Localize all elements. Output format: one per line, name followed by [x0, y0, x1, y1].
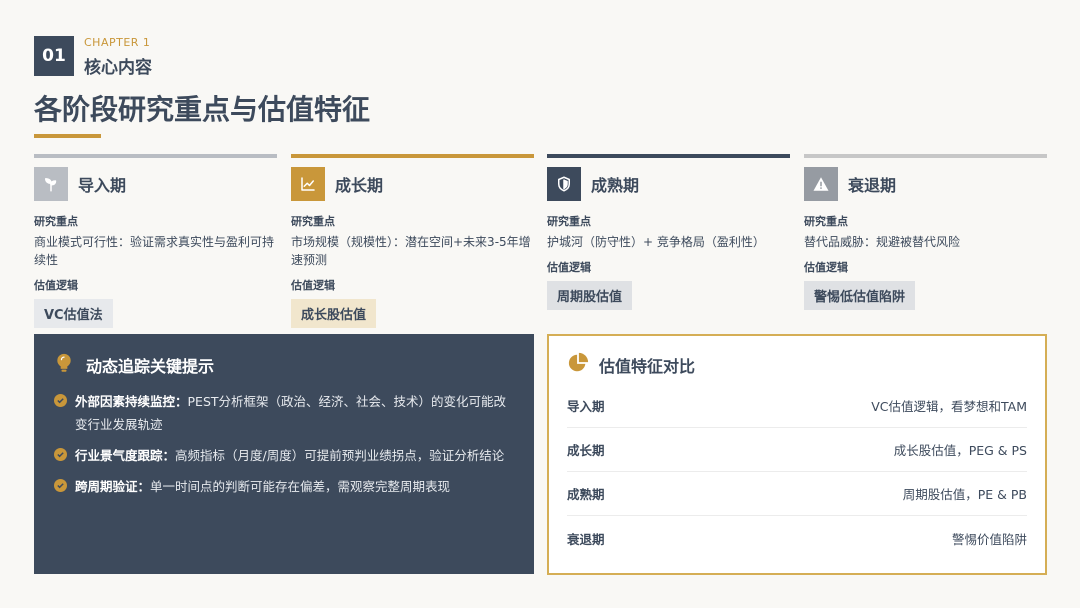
row-description: VC估值逻辑，看梦想和TAM [871, 399, 1027, 414]
lightbulb-icon [54, 352, 74, 378]
stage-name: 成熟期 [591, 176, 640, 195]
page-title: 各阶段研究重点与估值特征 [34, 93, 371, 126]
logic-label: 估值逻辑 [804, 261, 848, 274]
valuation-tag: 成长股估值 [291, 299, 377, 328]
row-stage: 成熟期 [567, 487, 605, 502]
focus-text: 市场规模（规模性）：潜在空间+未来3-5年增速预测 [291, 235, 531, 267]
chapter-label: CHAPTER 1 [84, 36, 151, 49]
row-stage: 导入期 [567, 399, 605, 414]
table-row: 衰退期 警惕价值陷阱 [567, 516, 1027, 560]
row-description: 周期股估值，PE & PB [902, 487, 1027, 502]
list-item-strong: 行业景气度跟踪： [75, 448, 176, 463]
stage-top-bar [804, 154, 1047, 158]
list-item-strong: 跨周期验证： [75, 479, 151, 494]
list-item-body: 高频指标（月度/周度）可提前预判业绩拐点，验证分析结论 [175, 448, 505, 463]
chapter-title: 核心内容 [84, 58, 152, 78]
list-item: 行业景气度跟踪：高频指标（月度/周度）可提前预判业绩拐点，验证分析结论 [54, 444, 514, 467]
stage-top-bar [291, 154, 534, 158]
valuation-tag: VC估值法 [34, 299, 113, 328]
focus-label: 研究重点 [547, 215, 591, 228]
row-stage: 成长期 [567, 443, 605, 458]
comparison-table: 导入期 VC估值逻辑，看梦想和TAM 成长期 成长股估值，PEG & PS 成熟… [567, 384, 1027, 560]
stage-card-growth: 成长期 研究重点 市场规模（规模性）：潜在空间+未来3-5年增速预测 估值逻辑 … [291, 154, 534, 328]
stage-name: 衰退期 [848, 176, 897, 195]
valuation-tag: 周期股估值 [547, 281, 633, 310]
shield-icon [547, 167, 581, 201]
focus-label: 研究重点 [34, 215, 78, 228]
warning-icon [804, 167, 838, 201]
check-icon [54, 479, 67, 492]
valuation-comparison-panel: 估值特征对比 导入期 VC估值逻辑，看梦想和TAM 成长期 成长股估值，PEG … [547, 334, 1047, 575]
logic-label: 估值逻辑 [547, 261, 591, 274]
stage-card-intro: 导入期 研究重点 商业模式可行性：验证需求真实性与盈利可持续性 估值逻辑 VC估… [34, 154, 277, 328]
list-item-text: 行业景气度跟踪：高频指标（月度/周度）可提前预判业绩拐点，验证分析结论 [75, 444, 504, 467]
stage-top-bar [34, 154, 277, 158]
stage-card-mature: 成熟期 研究重点 护城河（防守性）+ 竞争格局（盈利性） 估值逻辑 周期股估值 [547, 154, 790, 310]
check-icon [54, 448, 67, 461]
stage-name: 导入期 [78, 176, 127, 195]
list-item-text: 外部因素持续监控：PEST分析框架（政治、经济、社会、技术）的变化可能改变行业发… [75, 390, 514, 436]
table-row: 成熟期 周期股估值，PE & PB [567, 472, 1027, 516]
focus-label: 研究重点 [291, 215, 335, 228]
focus-text: 护城河（防守性）+ 竞争格局（盈利性） [547, 235, 765, 249]
stage-top-bar [547, 154, 790, 158]
table-row: 导入期 VC估值逻辑，看梦想和TAM [567, 384, 1027, 428]
list-item: 外部因素持续监控：PEST分析框架（政治、经济、社会、技术）的变化可能改变行业发… [54, 390, 514, 436]
row-stage: 衰退期 [567, 531, 605, 547]
valuation-tag: 警惕低估值陷阱 [804, 281, 916, 310]
trend-chart-icon [291, 167, 325, 201]
comparison-title: 估值特征对比 [599, 357, 696, 376]
row-description: 成长股估值，PEG & PS [893, 443, 1027, 458]
title-underline [34, 134, 101, 138]
list-item: 跨周期验证：单一时间点的判断可能存在偏差，需观察完整周期表现 [54, 475, 514, 498]
focus-label: 研究重点 [804, 215, 848, 228]
list-item-strong: 外部因素持续监控： [75, 394, 188, 409]
list-item-text: 跨周期验证：单一时间点的判断可能存在偏差，需观察完整周期表现 [75, 475, 450, 498]
list-item-body: 单一时间点的判断可能存在偏差，需观察完整周期表现 [150, 479, 451, 494]
focus-text: 替代品威胁：规避被替代风险 [804, 235, 961, 249]
stage-card-decline: 衰退期 研究重点 替代品威胁：规避被替代风险 估值逻辑 警惕低估值陷阱 [804, 154, 1047, 310]
row-description: 警惕价值陷阱 [951, 531, 1027, 547]
sprout-icon [34, 167, 68, 201]
chapter-number-badge: 01 [34, 36, 74, 76]
tracking-tips-panel: 动态追踪关键提示 外部因素持续监控：PEST分析框架（政治、经济、社会、技术）的… [34, 334, 534, 574]
tracking-list: 外部因素持续监控：PEST分析框架（政治、经济、社会、技术）的变化可能改变行业发… [54, 390, 514, 498]
tracking-title: 动态追踪关键提示 [86, 357, 215, 376]
pie-chart-icon [567, 352, 589, 378]
check-icon [54, 394, 67, 407]
focus-text: 商业模式可行性：验证需求真实性与盈利可持续性 [34, 235, 275, 267]
stage-name: 成长期 [335, 176, 384, 195]
table-row: 成长期 成长股估值，PEG & PS [567, 428, 1027, 472]
logic-label: 估值逻辑 [34, 279, 78, 292]
logic-label: 估值逻辑 [291, 279, 335, 292]
